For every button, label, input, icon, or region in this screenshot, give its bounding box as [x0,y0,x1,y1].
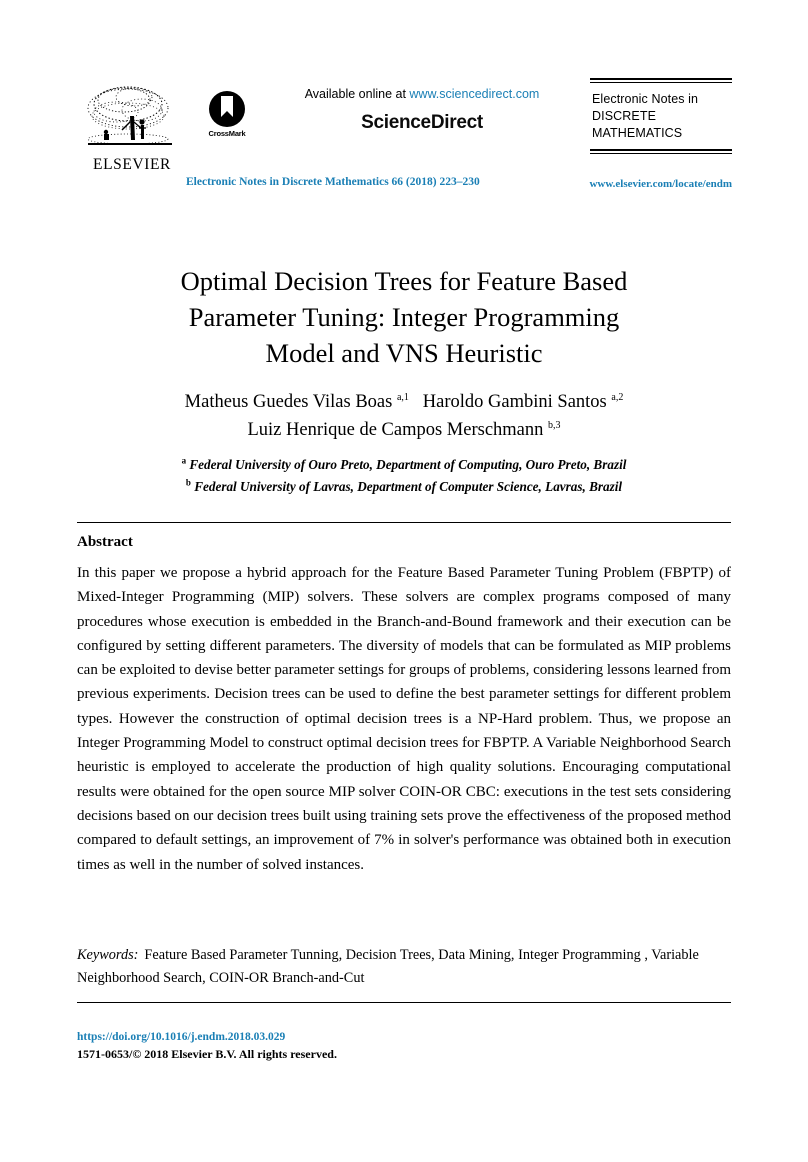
title-line-1: Optimal Decision Trees for Feature Based [180,265,628,296]
title-line-2: Parameter Tuning: Integer Programming [188,301,620,332]
author-name: Haroldo Gambini Santos [422,392,607,412]
author-name: Luiz Henrique de Campos Merschmann [247,420,544,440]
keywords-text: Feature Based Parameter Tunning, Decisio… [77,947,699,986]
elsevier-wordmark: ELSEVIER [93,156,171,173]
journal-homepage-link[interactable]: www.elsevier.com/locate/endm [589,178,732,190]
author-line-1: Matheus Guedes Vilas Boas a,1 Haroldo Ga… [84,388,724,416]
elsevier-tree-icon [87,86,172,145]
crossmark-badge[interactable]: CrossMark [195,90,259,138]
journal-logo-line-1: Electronic Notes in [592,92,699,106]
abstract-paragraph: In this paper we propose a hybrid approa… [77,565,731,873]
abstract-body: In this paper we propose a hybrid approa… [77,561,731,877]
author-affiliation-marks: a,2 [611,391,624,403]
crossmark-icon [209,91,245,127]
author-list: Matheus Guedes Vilas Boas a,1 Haroldo Ga… [84,388,724,444]
sciencedirect-link[interactable]: www.sciencedirect.com [409,87,539,101]
copyright-notice: 1571-0653/© 2018 Elsevier B.V. All right… [77,1047,337,1061]
available-online-prefix: Available online at [304,87,410,101]
abstract-divider [77,522,731,523]
abstract-heading: Abstract [77,534,133,550]
journal-reference-row: Electronic Notes in Discrete Mathematics… [76,176,732,194]
page-footer: https://doi.org/10.1016/j.endm.2018.03.0… [77,1030,577,1062]
sciencedirect-wordmark: ScienceDirect [252,112,592,134]
author-line-2: Luiz Henrique de Campos Merschmann b,3 [84,416,724,444]
affiliation-mark: a [181,455,187,466]
journal-logo-line-3: MATHEMATICS [592,126,683,140]
journal-logo-title: Electronic Notes in DISCRETE MATHEMATICS [590,83,732,149]
sciencedirect-word-direct: Direct [430,112,483,133]
page-title: Optimal Decision Trees for Feature Based… [104,263,704,371]
keywords-label: Keywords: [77,947,139,963]
affiliation-text: Federal University of Lavras, Department… [194,479,623,494]
title-line-3: Model and VNS Heuristic [265,337,543,368]
author-name: Matheus Guedes Vilas Boas [184,392,393,412]
crossmark-label: CrossMark [208,129,246,138]
journal-logo-box: Electronic Notes in DISCRETE MATHEMATICS [590,78,732,154]
paper-page: ELSEVIER CrossMark Available online at w… [0,0,808,1162]
affiliation-text: Federal University of Ouro Preto, Depart… [189,457,627,472]
journal-logo-line-2: DISCRETE [592,109,657,123]
affiliation-list: a Federal University of Ouro Preto, Depa… [84,454,724,498]
affiliation-item: a Federal University of Ouro Preto, Depa… [84,454,724,476]
elsevier-logo: ELSEVIER [84,82,180,173]
sciencedirect-block: Available online at www.sciencedirect.co… [252,87,592,134]
author-affiliation-marks: a,1 [396,391,409,403]
journal-citation: Electronic Notes in Discrete Mathematics… [186,176,480,188]
affiliation-item: b Federal University of Lavras, Departme… [84,476,724,498]
sciencedirect-word-science: Science [361,112,431,133]
journal-logo-rule-bottom [590,149,732,154]
available-online-line: Available online at www.sciencedirect.co… [252,87,592,101]
doi-link[interactable]: https://doi.org/10.1016/j.endm.2018.03.0… [77,1030,577,1045]
affiliation-mark: b [185,477,191,488]
author-affiliation-marks: b,3 [548,419,561,431]
keywords-section: Keywords: Feature Based Parameter Tunning… [77,944,731,990]
footer-divider [77,1002,731,1003]
